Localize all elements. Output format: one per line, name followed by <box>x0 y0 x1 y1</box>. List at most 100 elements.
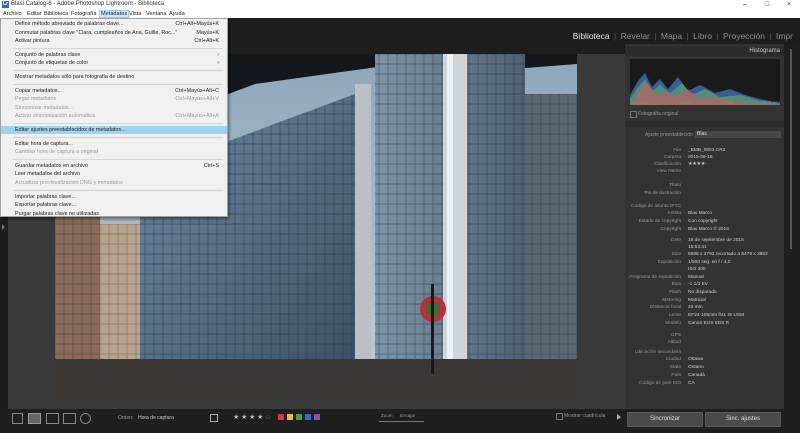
metadata-section-header[interactable] <box>625 121 784 127</box>
hist-iso: ISO 200 <box>632 100 649 105</box>
menu-vista[interactable]: Vista <box>129 11 141 17</box>
menu-ventana[interactable]: Ventana <box>146 11 167 17</box>
star-2-icon[interactable]: ★ <box>241 413 247 421</box>
label-purple[interactable] <box>314 414 320 420</box>
menu-item[interactable]: Conjunto de etiquetas de color › <box>1 59 227 67</box>
metadata-value[interactable]: -1 1/3 EV <box>688 282 708 287</box>
menu-item-shortcut: › <box>217 51 219 58</box>
menu-item[interactable]: Editar hora de captura... <box>1 140 227 148</box>
minimize-button[interactable]: – <box>734 0 756 10</box>
menu-item[interactable]: Leer metadatos del archivo <box>1 170 227 178</box>
menu-fotografia[interactable]: Fotografía <box>71 11 97 17</box>
module-revelar[interactable]: Revelar <box>621 31 650 41</box>
metadata-label: Altitud <box>667 340 681 345</box>
metadata-row: Artista Blas Marco <box>625 211 784 219</box>
right-scroll-edge[interactable] <box>784 44 800 409</box>
people-view-button[interactable] <box>80 413 91 424</box>
menu-item[interactable]: Guardar metadatos en archivo Ctrl+S <box>1 162 227 170</box>
filmstrip-toggle-icon[interactable] <box>617 414 621 420</box>
metadata-row: Flash No disparado <box>625 290 784 298</box>
expand-left-panel-icon[interactable] <box>2 224 5 230</box>
menu-item-label: Activar sincronización automática <box>15 113 95 120</box>
close-button[interactable]: × <box>778 0 800 10</box>
metadata-value[interactable]: No disparado <box>688 290 717 295</box>
metadata-value[interactable]: Canadá <box>688 373 705 378</box>
flag-icon[interactable] <box>210 414 218 422</box>
menu-item-label: Cambiar hora de captura a original <box>15 149 99 156</box>
module-proyeccion[interactable]: Proyección <box>723 31 765 41</box>
metadata-row: Código de país ISO CA <box>625 381 784 389</box>
module-impr[interactable]: Impr <box>776 31 793 41</box>
zoom-slider[interactable] <box>379 421 424 422</box>
original-photo-checkbox[interactable] <box>630 111 637 118</box>
sync-button[interactable]: Sincronizar <box>627 412 703 427</box>
menu-item[interactable]: Conmutar palabras clave "Clara, cumpleañ… <box>1 29 227 37</box>
scrollbar-thumb[interactable] <box>790 49 792 249</box>
loupe-view-button[interactable] <box>28 413 41 424</box>
label-blue[interactable] <box>305 414 311 420</box>
module-libro[interactable]: Libro <box>693 31 712 41</box>
grid-view-button[interactable] <box>12 413 23 424</box>
label-red[interactable] <box>278 414 284 420</box>
compare-view-button[interactable] <box>46 413 59 424</box>
metadata-value[interactable]: CA <box>688 381 695 386</box>
menu-item[interactable]: Definir método abreviado de palabras cla… <box>1 20 227 28</box>
metadata-value[interactable]: 24 mm <box>688 305 703 310</box>
metadata-value[interactable]: 1/500 seg. en f / 4,0 <box>688 260 730 265</box>
metadata-value[interactable]: Manual <box>688 275 704 280</box>
metadata-value[interactable]: Ottawa <box>688 357 703 362</box>
metadata-value[interactable]: Canon EOS 5DS R <box>688 321 729 326</box>
metadata-value[interactable]: 5688 x 3792 recortado a 5479 x 3652 <box>688 252 768 257</box>
star-3-icon[interactable]: ★ <box>249 413 255 421</box>
metadata-value[interactable]: ★★★★· <box>688 162 707 167</box>
menu-editar[interactable]: Editar <box>27 11 42 17</box>
metadata-value[interactable]: Blas Marco © 2016 <box>688 227 729 232</box>
survey-view-button[interactable] <box>63 413 76 424</box>
metadata-value[interactable]: _BMB_0653.CR2 <box>688 148 725 153</box>
menu-item[interactable]: Conjunto de palabras clave › <box>1 51 227 59</box>
menu-item[interactable]: Copiar metadatos... Ctrl+Mayús+Alt+C <box>1 87 227 95</box>
menu-item-label: Pegar metadatos <box>15 96 57 103</box>
metadata-value[interactable]: 16 de septiembre de 2015 <box>688 238 744 243</box>
menu-metadatos[interactable]: Metadatos <box>99 10 130 18</box>
show-grid-checkbox[interactable] <box>556 413 563 420</box>
maximize-button[interactable]: □ <box>756 0 778 10</box>
metadata-value[interactable]: EF24-105mm f/4L IS USM <box>688 313 744 318</box>
metadata-value[interactable]: 2015-09-16 <box>688 155 713 160</box>
star-4-icon[interactable]: ★ <box>257 413 263 421</box>
zoom-label: Zoom <box>381 413 393 418</box>
module-mapa[interactable]: Mapa <box>661 31 682 41</box>
metadata-label: Copyright <box>660 227 681 232</box>
metadata-value[interactable]: Con copyright <box>688 219 718 224</box>
menu-item[interactable]: Editar ajustes preestablecidos de metada… <box>1 126 227 134</box>
metadata-label: Ubicación secundaria <box>635 350 681 355</box>
metadata-value[interactable]: ISO 200 <box>688 267 706 272</box>
menu-item[interactable]: Activar pintura Ctrl+Alt+K <box>1 37 227 45</box>
menu-archivo[interactable]: Archivo <box>3 11 22 17</box>
histogram-panel-header[interactable]: Histograma <box>625 47 784 56</box>
metadata-value[interactable]: 15:53:41 <box>688 245 707 250</box>
sort-select[interactable]: Hora de captura <box>138 415 174 421</box>
menu-item[interactable]: Exportar palabras clave... <box>1 201 227 209</box>
metadata-row: Lente EF24-105mm f/4L IS USM <box>625 313 784 321</box>
metadata-value[interactable]: Matricial <box>688 298 706 303</box>
menu-item[interactable]: Importar palabras clave... <box>1 193 227 201</box>
star-5-icon[interactable]: ☆ <box>265 413 271 421</box>
metadata-value[interactable]: Blas Marco <box>688 211 712 216</box>
original-photo-label: Fotografía original <box>638 111 679 117</box>
metadata-row: State Ontario <box>625 365 784 373</box>
preset-select[interactable]: Blas <box>695 131 781 138</box>
metadata-label: Título <box>669 183 681 188</box>
menu-item[interactable]: Mostrar metadatos sólo para fotografía d… <box>1 73 227 81</box>
label-yellow[interactable] <box>287 414 293 420</box>
module-biblioteca[interactable]: Biblioteca <box>573 31 610 41</box>
sync-settings-button[interactable]: Sinc. ajustes <box>705 412 781 427</box>
star-1-icon[interactable]: ★ <box>233 413 239 421</box>
label-green[interactable] <box>296 414 302 420</box>
metadata-value[interactable]: Ontario <box>688 365 704 370</box>
metadata-label: Estado de copyright <box>638 219 681 224</box>
menu-ayuda[interactable]: Ayuda <box>169 11 185 17</box>
metadata-row: Título <box>625 183 784 191</box>
menu-item[interactable]: Purgar palabras clave no utilizadas <box>1 210 227 218</box>
menu-biblioteca[interactable]: Biblioteca <box>44 11 68 17</box>
